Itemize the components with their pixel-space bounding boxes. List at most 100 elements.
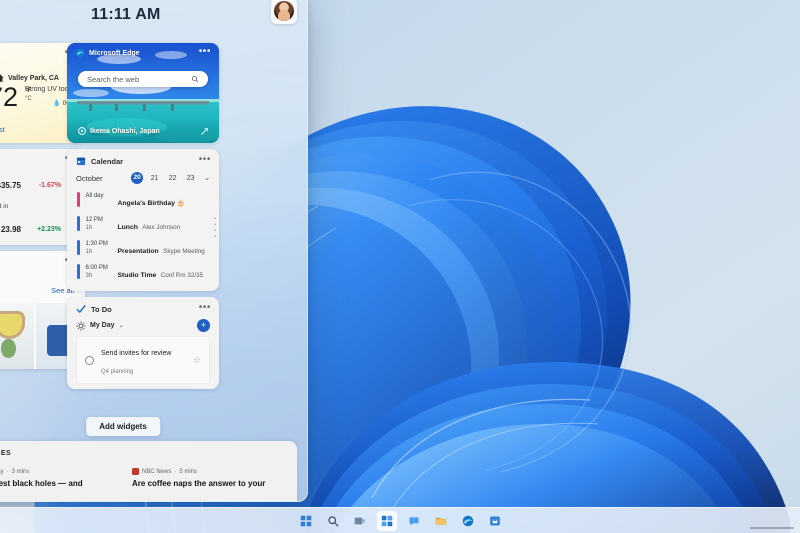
news-heading: TOP STORIES [0, 450, 287, 457]
weather-title: Weather [0, 50, 60, 59]
taskbar-system-tray[interactable] [750, 527, 794, 529]
todo-list-item[interactable]: Buy groceries Tasks ☆ [76, 388, 210, 389]
event-body: Studio Time Conf Rm 32/35 [118, 264, 211, 282]
edge-photo-caption: Ikema Ohashi, Japan [77, 126, 160, 136]
todo-title: To Do [91, 305, 194, 314]
calendar-header: Calendar ••• [67, 149, 219, 168]
event-color-bar [77, 192, 80, 207]
event-duration-label: 3h [86, 272, 112, 280]
widgets-panel: 11:11 AM Weather ••• Valley Park, CA 72 [0, 0, 308, 502]
calendar-more-icon[interactable]: ••• [199, 157, 211, 166]
chevron-down-icon[interactable]: ⌄ [204, 174, 210, 182]
edge-search-box[interactable]: Search the web [78, 71, 208, 87]
calendar-day-21[interactable]: 21 [148, 175, 161, 182]
calendar-event[interactable]: All day Angela's Birthday 🎂 [67, 189, 219, 213]
calendar-day-23[interactable]: 23 [184, 175, 197, 182]
weather-unit-c[interactable]: °C [25, 95, 32, 103]
news-headline: f the smallest black holes — and [0, 479, 114, 489]
event-time-label: 1:30 PM [86, 240, 112, 248]
store-icon [489, 515, 501, 527]
news-card[interactable]: Space Today · 3 mins f the smallest blac… [0, 468, 114, 489]
location-pin-icon [77, 126, 87, 136]
avatar-button[interactable] [271, 0, 297, 24]
calendar-event[interactable]: 12 PM 1h Lunch Alex Johnson [67, 213, 219, 237]
photo-thumbnail[interactable] [0, 303, 34, 369]
event-title: Angela's Birthday 🎂 [118, 200, 186, 207]
edge-more-icon[interactable]: ••• [199, 49, 211, 58]
search-icon [327, 515, 339, 527]
taskbar-widgets-button[interactable] [378, 512, 396, 530]
calendar-icon [76, 156, 86, 166]
event-title: Lunch [118, 224, 138, 231]
todo-add-button[interactable]: + [197, 319, 210, 332]
sun-myday-icon [76, 321, 86, 331]
news-card-list: Space Today · 3 mins f the smallest blac… [0, 468, 287, 489]
todo-checkbox[interactable] [85, 356, 94, 365]
news-source-separator: · [7, 469, 9, 475]
event-time-label: 6:00 PM [86, 264, 112, 272]
droplet-icon: 💧 [53, 100, 61, 107]
expand-icon[interactable] [200, 127, 209, 136]
widget-edge[interactable]: Microsoft Edge ••• Search the web Ikem [67, 43, 219, 143]
search-icon[interactable] [191, 75, 199, 83]
taskbar-icon-group [297, 512, 504, 530]
news-headline: Are coffee naps the answer to your [132, 479, 287, 489]
calendar-scroll-indicator[interactable]: • • • • [214, 217, 216, 239]
event-title: Presentation [118, 248, 159, 255]
stock-value: 435.75 [0, 181, 21, 190]
news-source-name: Space Today [0, 469, 4, 475]
taskbar-chat-button[interactable] [405, 512, 423, 530]
event-time: 6:00 PM 3h [86, 264, 112, 280]
scroll-dot: • [214, 223, 216, 227]
watchlist-title: Watchlist [0, 156, 60, 165]
task-view-icon [354, 515, 366, 527]
calendar-day-22[interactable]: 22 [166, 175, 179, 182]
chevron-down-icon[interactable]: ⌄ [119, 322, 193, 329]
taskbar [0, 507, 800, 533]
news-section: TOP STORIES Space Today · 3 mins f the s… [0, 441, 297, 502]
todo-item-title: Send invites for review [101, 350, 171, 357]
widget-todo[interactable]: To Do ••• My Day ⌄ + [67, 297, 219, 389]
todo-list-selector[interactable]: My Day ⌄ + [67, 316, 219, 332]
edge-header: Microsoft Edge ••• [67, 43, 219, 63]
taskbar-start-button[interactable] [297, 512, 315, 530]
event-color-bar [77, 240, 80, 255]
calendar-event[interactable]: 6:00 PM 3h Studio Time Conf Rm 32/35 [67, 261, 219, 285]
calendar-event-list: All day Angela's Birthday 🎂 12 PM 1h [67, 189, 219, 285]
event-subtitle: Conf Rm 32/35 [161, 272, 203, 279]
scroll-dot: • [214, 229, 216, 233]
todo-list-name: My Day [90, 322, 115, 329]
event-duration-label: 1h [86, 224, 112, 232]
todo-more-icon[interactable]: ••• [199, 305, 211, 314]
taskbar-store-button[interactable] [486, 512, 504, 530]
chat-icon [408, 515, 420, 527]
edge-search-placeholder: Search the web [87, 75, 191, 84]
todo-list-item[interactable]: Send invites for review Q4 planning ☆ [76, 336, 210, 384]
weather-temperature: 72 [0, 84, 18, 111]
scroll-dot: • [214, 217, 216, 221]
calendar-day-20[interactable]: 20 [131, 172, 143, 184]
taskbar-search-button[interactable] [324, 512, 342, 530]
scroll-dot: • [214, 235, 216, 239]
start-icon [300, 515, 312, 527]
todo-item-body: Send invites for review Q4 planning [101, 342, 186, 378]
taskbar-file-explorer-button[interactable] [432, 512, 450, 530]
event-time-label: 12 PM [86, 216, 112, 224]
edge-title: Microsoft Edge [89, 50, 195, 57]
news-source-logo [132, 468, 139, 475]
taskbar-edge-button[interactable] [459, 512, 477, 530]
avatar [274, 1, 294, 21]
news-card[interactable]: NBC News · 5 mins Are coffee naps the an… [132, 468, 287, 489]
stock-value: 23.98 [1, 225, 21, 234]
photos-title: Photos [0, 258, 60, 267]
star-icon[interactable]: ☆ [193, 355, 201, 366]
taskbar-task-view-button[interactable] [351, 512, 369, 530]
stock-change: -1.67% [27, 182, 61, 189]
widget-calendar[interactable]: Calendar ••• October 20 21 22 23 ⌄ All d… [67, 149, 219, 291]
calendar-title: Calendar [91, 157, 194, 166]
add-widgets-button[interactable]: Add widgets [86, 417, 160, 436]
news-source-row: Space Today · 3 mins [0, 468, 114, 475]
calendar-event[interactable]: 1:30 PM 1h Presentation Skype Meeting [67, 237, 219, 261]
event-subtitle: Skype Meeting [163, 248, 205, 255]
weather-forecast-link[interactable]: See full forecast [0, 125, 5, 134]
